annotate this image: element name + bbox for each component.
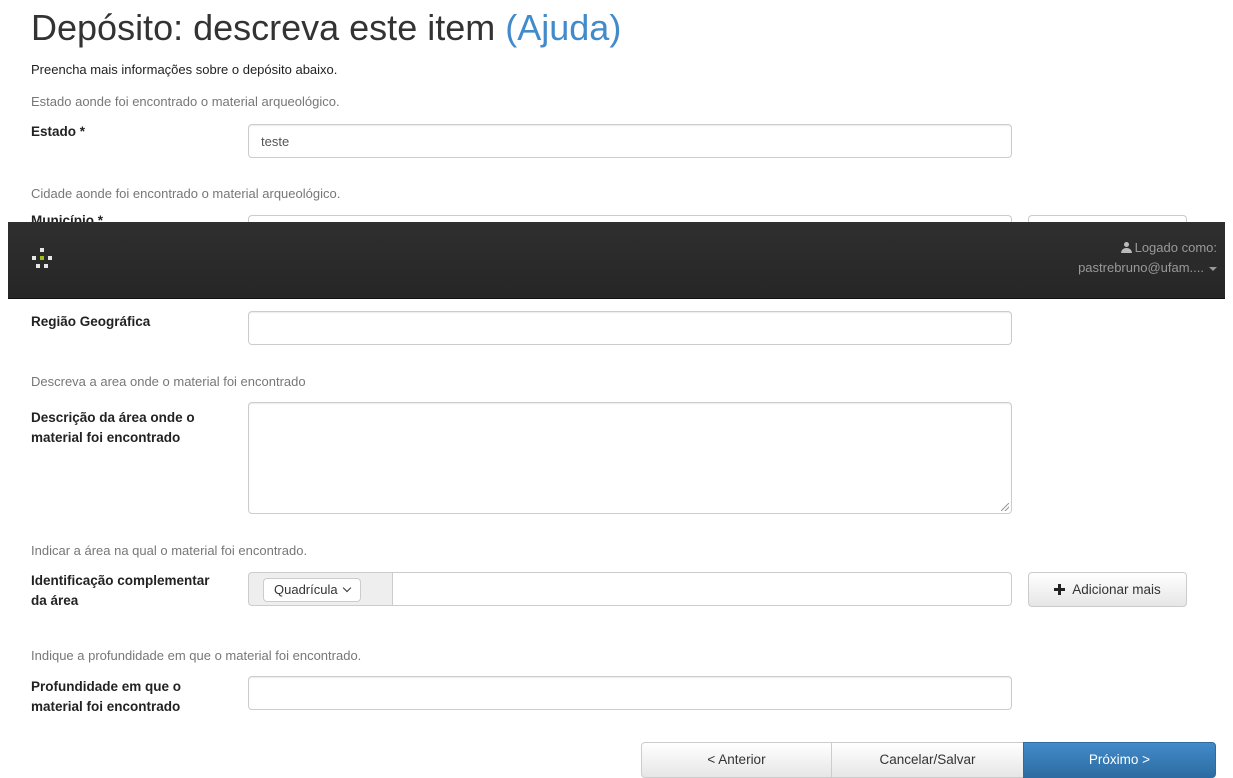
page-title-text: Depósito: descreva este item [31, 7, 496, 48]
resize-grip-icon[interactable] [1001, 503, 1009, 511]
top-navbar: Logado como: pastrebruno@ufam.... [8, 222, 1225, 299]
intro-text: Preencha mais informações sobre o depósi… [31, 62, 338, 77]
profundidade-label: Profundidade em que o material foi encon… [31, 679, 182, 714]
estado-input[interactable] [248, 124, 1012, 158]
quadricula-addon: Quadrícula [248, 572, 392, 606]
profundidade-input[interactable] [248, 676, 1012, 710]
user-label: Logado como: [1134, 240, 1217, 255]
user-icon [1120, 242, 1132, 253]
add-more-button[interactable]: Adicionar mais [1028, 572, 1187, 607]
municipio-label: Município * [31, 213, 103, 222]
identificacao-input[interactable] [392, 572, 1012, 606]
quadricula-select[interactable]: Quadrícula [263, 578, 361, 602]
descricao-textarea[interactable] [248, 402, 1012, 514]
caret-down-icon [1209, 266, 1217, 271]
user-menu-line1: Logado como: [1078, 238, 1217, 258]
identificacao-hint: Indicar a área na qual o material foi en… [31, 543, 308, 558]
descricao-hint: Descreva a area onde o material foi enco… [31, 374, 306, 389]
chevron-down-icon [342, 583, 351, 593]
estado-label: Estado * [31, 124, 86, 139]
cancel-save-button[interactable]: Cancelar/Salvar [831, 742, 1024, 778]
user-menu[interactable]: Logado como: pastrebruno@ufam.... [1078, 238, 1217, 278]
identificacao-label: Identificação complementar da área [31, 573, 210, 608]
page-title: Depósito: descreva este item (Ajuda) [31, 6, 621, 50]
quadricula-select-value: Quadrícula [274, 582, 338, 597]
dspace-logo-icon[interactable] [32, 248, 52, 268]
plus-icon [1054, 584, 1066, 595]
descricao-label: Descrição da área onde o material foi en… [31, 410, 195, 445]
next-button[interactable]: Próximo > [1023, 742, 1216, 778]
estado-hint: Estado aonde foi encontrado o material a… [31, 94, 340, 109]
profundidade-hint: Indique a profundidade em que o material… [31, 648, 362, 663]
add-more-label: Adicionar mais [1072, 582, 1161, 597]
regiao-input[interactable] [248, 311, 1012, 345]
regiao-label: Região Geográfica [31, 314, 151, 329]
user-email: pastrebruno@ufam.... [1078, 260, 1204, 275]
municipio-hint: Cidade aonde foi encontrado o material a… [31, 186, 341, 201]
page: Depósito: descreva este item (Ajuda) Pre… [0, 0, 1233, 778]
previous-button[interactable]: < Anterior [641, 742, 832, 778]
user-menu-line2: pastrebruno@ufam.... [1078, 258, 1217, 278]
help-link[interactable]: (Ajuda) [505, 7, 621, 48]
